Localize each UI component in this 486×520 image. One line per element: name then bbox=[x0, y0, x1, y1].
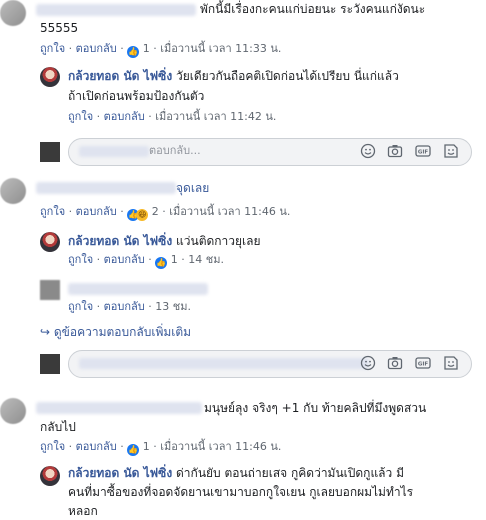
avatar bbox=[40, 142, 60, 162]
blurred-mention bbox=[79, 146, 149, 157]
reply-placeholder: ตอบกลับ... bbox=[149, 144, 201, 157]
like-link[interactable]: ถูกใจ bbox=[40, 440, 65, 453]
reply-input[interactable]: ตอบกลับ... GIF bbox=[68, 138, 472, 166]
like-icon: 👍 bbox=[155, 257, 168, 269]
reaction-count[interactable]: 1 bbox=[143, 440, 150, 453]
reply-input-icons: GIF bbox=[356, 355, 463, 371]
reaction-count[interactable]: 1 bbox=[143, 42, 150, 55]
timestamp[interactable]: เมื่อวานนี้ เวลา 11:46 น. bbox=[169, 205, 290, 218]
commenter-name[interactable]: กล้วยทอด นัด ไฟซิ่ง bbox=[68, 69, 172, 83]
view-more-replies[interactable]: ↪ ดูข้อความตอบกลับเพิ่มเติม bbox=[40, 324, 191, 340]
svg-text:GIF: GIF bbox=[418, 150, 429, 156]
haha-icon: 😆 bbox=[136, 209, 149, 221]
avatar bbox=[40, 354, 60, 374]
reaction-count[interactable]: 1 bbox=[171, 253, 178, 266]
reply-input-icons: GIF bbox=[356, 143, 463, 159]
avatar[interactable] bbox=[40, 280, 60, 300]
sticker-icon[interactable] bbox=[443, 143, 459, 159]
comment-text: มนุษย์ลุง จริงๆ +1 กับ ท้ายคลิปที่มึงพูด… bbox=[204, 401, 427, 415]
reaction-count[interactable]: 2 bbox=[152, 205, 159, 218]
blurred-mention bbox=[79, 358, 369, 369]
avatar[interactable] bbox=[0, 0, 26, 26]
reply-link[interactable]: ตอบกลับ bbox=[104, 300, 145, 313]
reply-blurred bbox=[68, 283, 208, 295]
reply-text: กล้วยทอด นัด ไฟซิ่ง วัยเดียวกันถือคติเปิ… bbox=[68, 69, 399, 83]
timestamp[interactable]: เมื่อวานนี้ เวลา 11:42 น. bbox=[155, 110, 276, 123]
reply-text-line3: หลอก bbox=[68, 504, 98, 518]
commenter-name[interactable]: กล้วยทอด นัด ไฟซิ่ง bbox=[68, 466, 172, 480]
emoji-icon[interactable] bbox=[360, 143, 376, 159]
like-icon: 👍 bbox=[127, 444, 140, 456]
sticker-icon[interactable] bbox=[443, 355, 459, 371]
timestamp[interactable]: 13 ชม. bbox=[155, 300, 191, 313]
reply-text-line2: ถ้าเปิดก่อนพร้อมป้องกันตัว bbox=[68, 89, 205, 103]
avatar[interactable] bbox=[40, 232, 60, 252]
camera-icon[interactable] bbox=[387, 143, 403, 159]
avatar[interactable] bbox=[0, 178, 26, 204]
like-link[interactable]: ถูกใจ bbox=[40, 42, 65, 55]
timestamp[interactable]: เมื่อวานนี้ เวลา 11:33 น. bbox=[160, 42, 281, 55]
reply-link[interactable]: ตอบกลับ bbox=[76, 42, 117, 55]
svg-text:GIF: GIF bbox=[418, 362, 429, 368]
avatar[interactable] bbox=[40, 67, 60, 87]
reply-link[interactable]: ตอบกลับ bbox=[76, 440, 117, 453]
avatar[interactable] bbox=[0, 398, 26, 424]
like-link[interactable]: ถูกใจ bbox=[68, 300, 93, 313]
comment-text-line2: กลับไป bbox=[40, 420, 76, 434]
reply-link[interactable]: ตอบกลับ bbox=[104, 253, 145, 266]
reply-link[interactable]: ตอบกลับ bbox=[76, 205, 117, 218]
gif-icon[interactable]: GIF bbox=[415, 143, 431, 159]
comment-actions: ถูกใจ · ตอบกลับ · 👍 1 · 14 ชม. bbox=[68, 253, 224, 269]
commenter-name-blurred[interactable] bbox=[36, 182, 176, 194]
camera-icon[interactable] bbox=[387, 355, 403, 371]
like-link[interactable]: ถูกใจ bbox=[68, 253, 93, 266]
reply-text: กล้วยทอด นัด ไฟซิ่ง แว่นติดกาวยุเลย bbox=[68, 234, 261, 248]
comment-actions: ถูกใจ · ตอบกลับ · 👍😆 2 · เมื่อวานนี้ เวล… bbox=[40, 205, 291, 221]
reply-input[interactable]: GIF bbox=[68, 350, 472, 378]
commenter-name[interactable]: กล้วยทอด นัด ไฟซิ่ง bbox=[68, 234, 172, 248]
reply-text-line2: คนที่มาซื้อของที่จอดจัดยานเขามาบอกกูใจเย… bbox=[68, 485, 414, 499]
comment-actions: ถูกใจ · ตอบกลับ · เมื่อวานนี้ เวลา 11:42… bbox=[68, 110, 277, 123]
like-link[interactable]: ถูกใจ bbox=[40, 205, 65, 218]
commenter-name-blurred[interactable] bbox=[36, 402, 202, 414]
comment-actions: ถูกใจ · ตอบกลับ · 👍 1 · เมื่อวานนี้ เวลา… bbox=[40, 440, 282, 456]
reply-link[interactable]: ตอบกลับ bbox=[104, 110, 145, 123]
reply-text: กล้วยทอด นัด ไฟซิ่ง ด่ากันยับ ตอนถ่ายเสจ… bbox=[68, 466, 404, 480]
timestamp[interactable]: 14 ชม. bbox=[188, 253, 224, 266]
emoji-icon[interactable] bbox=[360, 355, 376, 371]
avatar[interactable] bbox=[40, 466, 60, 486]
comment-actions: ถูกใจ · ตอบกลับ · 13 ชม. bbox=[68, 300, 191, 313]
comment-actions: ถูกใจ · ตอบกลับ · 👍 1 · เมื่อวานนี้ เวลา… bbox=[40, 42, 282, 58]
timestamp[interactable]: เมื่อวานนี้ เวลา 11:46 น. bbox=[160, 440, 281, 453]
gif-icon[interactable]: GIF bbox=[415, 355, 431, 371]
comment-text: จุดเลย bbox=[176, 181, 210, 195]
like-link[interactable]: ถูกใจ bbox=[68, 110, 93, 123]
comment-text: พักนี้มีเรื่องกะคนแก่บ่อยนะ ระวังคนแก่งั… bbox=[200, 2, 426, 16]
reply-arrow-icon: ↪ bbox=[40, 325, 51, 339]
like-icon: 👍 bbox=[127, 46, 140, 58]
comment-text-line2: 55555 bbox=[40, 21, 79, 35]
commenter-name-blurred[interactable] bbox=[36, 4, 196, 16]
